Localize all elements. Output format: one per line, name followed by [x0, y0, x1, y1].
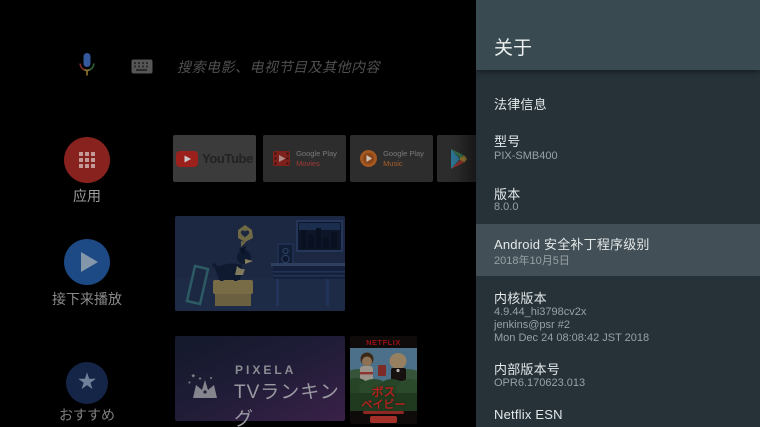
boss-baby-title-line2: ベイビー: [361, 399, 406, 411]
setting-row-kernel-line2: jenkins@psr #2: [494, 319, 570, 331]
voice-search-button[interactable]: [77, 52, 97, 80]
play-store-icon: [451, 148, 467, 169]
setting-row-version-value: 8.0.0: [494, 201, 519, 213]
setting-row-model-title[interactable]: 型号: [494, 131, 520, 150]
setting-row-legal-info[interactable]: 法律信息: [494, 94, 547, 113]
featured-card[interactable]: [175, 216, 345, 311]
sidebar-item-recommended[interactable]: ★: [66, 362, 108, 404]
keyboard-icon: [131, 59, 153, 74]
setting-row-kernel-title[interactable]: 内核版本: [494, 288, 547, 307]
setting-row-build-value: OPR6.170623.013: [494, 377, 586, 389]
netflix-content-card[interactable]: NETFLIX ボス ベイビー: [350, 336, 417, 424]
setting-row-security-patch-title: Android 安全补丁程序级别: [494, 237, 650, 252]
boss-baby-badge: [370, 416, 397, 423]
keyboard-search-button[interactable]: [131, 59, 153, 74]
sidebar-item-play-next[interactable]: [64, 239, 110, 285]
play-movies-icon: [273, 151, 291, 166]
youtube-logo-icon: [176, 150, 199, 167]
app-tile-youtube-label: YouTube: [202, 151, 253, 166]
about-panel-header: 关于: [476, 0, 760, 70]
pixela-title-label: TVランキング: [234, 382, 340, 427]
app-tile-youtube[interactable]: YouTube: [173, 135, 256, 182]
boss-baby-subtitle-bar: [363, 411, 404, 414]
setting-row-netflix-esn[interactable]: Netflix ESN: [494, 407, 563, 422]
setting-row-security-patch-value: 2018年10月5日: [494, 255, 570, 267]
sidebar-item-play-next-label: 接下来播放: [52, 291, 122, 307]
featured-illustration: [175, 216, 345, 311]
app-tile-play-movies[interactable]: Google Play Movies: [263, 135, 346, 182]
app-tile-play-movies-labels: Google Play Movies: [296, 149, 337, 168]
android-tv-screen: 搜索电影、电视节目及其他内容 应用 接下来播放 ★ おすすめ YouTube G…: [0, 0, 760, 427]
sidebar-item-apps-label: 应用: [73, 188, 101, 204]
play-circle-icon: [81, 252, 98, 272]
apps-grid-icon: [79, 152, 95, 168]
mic-icon: [79, 53, 95, 76]
netflix-logo: NETFLIX: [366, 338, 401, 347]
setting-row-model-value: PIX-SMB400: [494, 150, 558, 162]
pixela-brand-label: PIXELA: [235, 363, 297, 377]
sidebar-item-recommended-label: おすすめ: [59, 407, 115, 423]
about-panel: 关于 法律信息 型号 PIX-SMB400 版本 8.0.0 Android 安…: [476, 0, 760, 427]
star-icon: ★: [76, 368, 98, 395]
sidebar-item-apps[interactable]: [64, 137, 110, 183]
play-music-icon: [360, 150, 378, 167]
app-tile-play-music-labels: Google Play Music: [383, 149, 424, 168]
crown-icon: [187, 373, 223, 405]
app-tile-play-music[interactable]: Google Play Music: [350, 135, 433, 182]
setting-row-build-title[interactable]: 内部版本号: [494, 359, 560, 378]
setting-row-kernel-line3: Mon Dec 24 08:08:42 JST 2018: [494, 332, 650, 344]
setting-row-kernel-line1: 4.9.44_hi3798cv2x: [494, 306, 587, 318]
panel-title: 关于: [494, 38, 533, 59]
search-input[interactable]: 搜索电影、电视节目及其他内容: [177, 57, 380, 77]
pixela-banner-card[interactable]: PIXELA TVランキング: [175, 336, 345, 427]
